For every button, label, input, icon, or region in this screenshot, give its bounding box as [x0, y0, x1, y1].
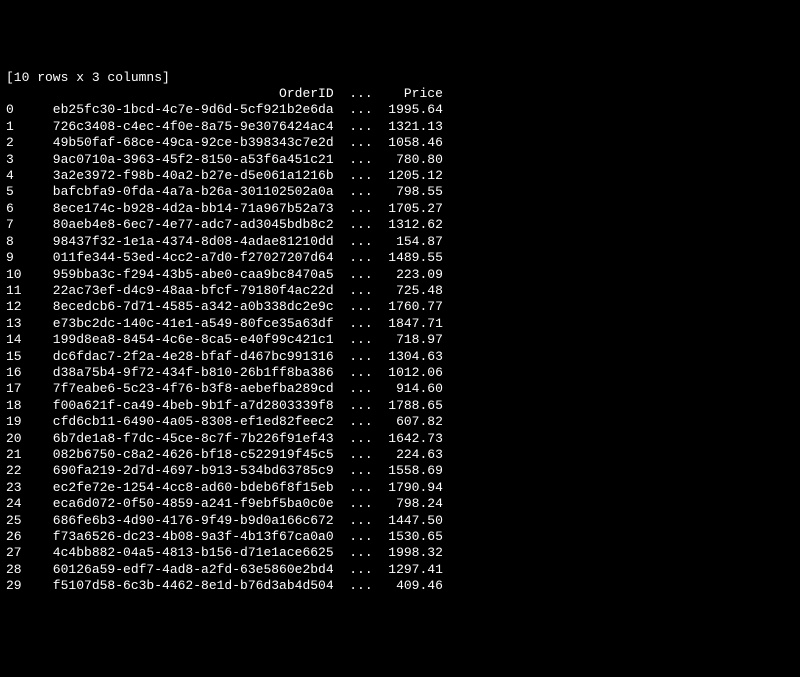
header-line: OrderID ... Price [6, 86, 794, 102]
data-row: 16 d38a75b4-9f72-434f-b810-26b1ff8ba386 … [6, 365, 794, 381]
data-row: 17 7f7eabe6-5c23-4f76-b3f8-aebefba289cd … [6, 381, 794, 397]
data-row: 29 f5107d58-6c3b-4462-8e1d-b76d3ab4d504 … [6, 578, 794, 594]
data-row: 21 082b6750-c8a2-4626-bf18-c522919f45c5 … [6, 447, 794, 463]
terminal-output: [10 rows x 3 columns] OrderID ... Price0… [6, 70, 794, 595]
data-row: 1 726c3408-c4ec-4f0e-8a75-9e3076424ac4 .… [6, 119, 794, 135]
data-row: 12 8ecedcb6-7d71-4585-a342-a0b338dc2e9c … [6, 299, 794, 315]
data-row: 28 60126a59-edf7-4ad8-a2fd-63e5860e2bd4 … [6, 562, 794, 578]
data-row: 23 ec2fe72e-1254-4cc8-ad60-bdeb6f8f15eb … [6, 480, 794, 496]
data-row: 11 22ac73ef-d4c9-48aa-bfcf-79180f4ac22d … [6, 283, 794, 299]
data-row: 5 bafcbfa9-0fda-4a7a-b26a-301102502a0a .… [6, 184, 794, 200]
summary-line: [10 rows x 3 columns] [6, 70, 794, 86]
data-row: 3 9ac0710a-3963-45f2-8150-a53f6a451c21 .… [6, 152, 794, 168]
data-row: 0 eb25fc30-1bcd-4c7e-9d6d-5cf921b2e6da .… [6, 102, 794, 118]
data-row: 18 f00a621f-ca49-4beb-9b1f-a7d2803339f8 … [6, 398, 794, 414]
data-row: 14 199d8ea8-8454-4c6e-8ca5-e40f99c421c1 … [6, 332, 794, 348]
data-row: 26 f73a6526-dc23-4b08-9a3f-4b13f67ca0a0 … [6, 529, 794, 545]
data-row: 19 cfd6cb11-6490-4a05-8308-ef1ed82feec2 … [6, 414, 794, 430]
data-row: 8 98437f32-1e1a-4374-8d08-4adae81210dd .… [6, 234, 794, 250]
data-row: 27 4c4bb882-04a5-4813-b156-d71e1ace6625 … [6, 545, 794, 561]
data-row: 9 011fe344-53ed-4cc2-a7d0-f27027207d64 .… [6, 250, 794, 266]
data-row: 13 e73bc2dc-140c-41e1-a549-80fce35a63df … [6, 316, 794, 332]
data-row: 6 8ece174c-b928-4d2a-bb14-71a967b52a73 .… [6, 201, 794, 217]
data-row: 2 49b50faf-68ce-49ca-92ce-b398343c7e2d .… [6, 135, 794, 151]
data-row: 15 dc6fdac7-2f2a-4e28-bfaf-d467bc991316 … [6, 349, 794, 365]
data-row: 24 eca6d072-0f50-4859-a241-f9ebf5ba0c0e … [6, 496, 794, 512]
data-row: 7 80aeb4e8-6ec7-4e77-adc7-ad3045bdb8c2 .… [6, 217, 794, 233]
data-row: 10 959bba3c-f294-43b5-abe0-caa9bc8470a5 … [6, 267, 794, 283]
data-row: 20 6b7de1a8-f7dc-45ce-8c7f-7b226f91ef43 … [6, 431, 794, 447]
data-row: 25 686fe6b3-4d90-4176-9f49-b9d0a166c672 … [6, 513, 794, 529]
data-row: 22 690fa219-2d7d-4697-b913-534bd63785c9 … [6, 463, 794, 479]
data-row: 4 3a2e3972-f98b-40a2-b27e-d5e061a1216b .… [6, 168, 794, 184]
